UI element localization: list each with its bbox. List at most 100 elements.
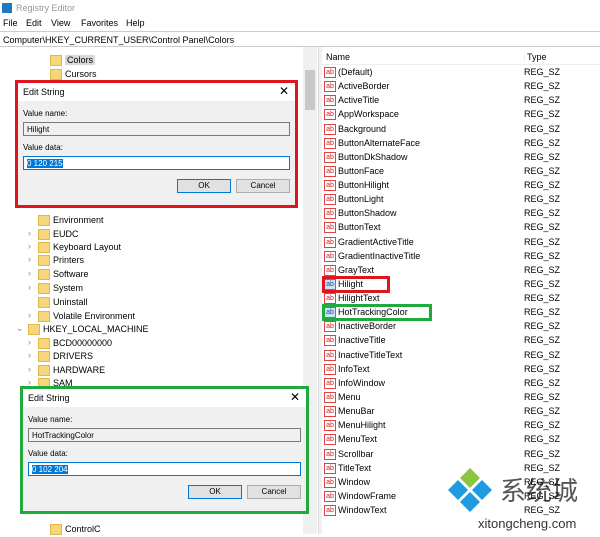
- value-type: REG_SZ: [524, 194, 561, 205]
- expand-chevron-icon[interactable]: ›: [28, 282, 31, 292]
- value-row[interactable]: ab TitleText REG_SZ: [324, 462, 594, 476]
- expand-chevron-icon[interactable]: ›: [28, 310, 31, 320]
- expand-chevron-icon[interactable]: ›: [28, 254, 31, 264]
- folder-icon: [50, 69, 62, 80]
- tree-item[interactable]: › BCD00000000: [0, 337, 300, 351]
- value-row[interactable]: ab ButtonDkShadow REG_SZ: [324, 151, 594, 165]
- expand-chevron-icon[interactable]: ›: [28, 241, 31, 251]
- value-row[interactable]: ab ButtonShadow REG_SZ: [324, 207, 594, 221]
- tree-item[interactable]: › HARDWARE: [0, 364, 300, 378]
- value-row[interactable]: ab ButtonFace REG_SZ: [324, 165, 594, 179]
- value-row[interactable]: ab ActiveTitle REG_SZ: [324, 94, 594, 108]
- value-row[interactable]: ab MenuBar REG_SZ: [324, 405, 594, 419]
- value-name: HilightText: [338, 293, 380, 304]
- tree-item[interactable]: › Keyboard Layout: [0, 241, 300, 255]
- value-name: MenuHilight: [338, 420, 386, 431]
- tree-item-label: Keyboard Layout: [53, 242, 122, 252]
- value-row[interactable]: ab Window REG_SZ: [324, 476, 594, 490]
- string-value-icon: ab: [324, 420, 336, 432]
- value-row[interactable]: ab ButtonHilight REG_SZ: [324, 179, 594, 193]
- value-row[interactable]: ab WindowFrame REG_SZ: [324, 490, 594, 504]
- value-type: REG_SZ: [524, 448, 561, 459]
- string-value-icon: ab: [324, 335, 336, 347]
- folder-icon: [50, 524, 62, 535]
- folder-icon: [38, 255, 50, 266]
- value-row[interactable]: ab ButtonText REG_SZ: [324, 221, 594, 235]
- tree-item[interactable]: › Volatile Environment: [0, 310, 300, 324]
- highlight-frame: [15, 80, 298, 208]
- string-value-icon: ab: [324, 151, 336, 163]
- tree-item[interactable]: › Software: [0, 268, 300, 282]
- tree-item[interactable]: › DRIVERS: [0, 350, 300, 364]
- string-value-icon: ab: [324, 95, 336, 107]
- tree-item[interactable]: ⌄ HKEY_LOCAL_MACHINE: [0, 323, 300, 337]
- value-row[interactable]: ab GradientInactiveTitle REG_SZ: [324, 250, 594, 264]
- value-row[interactable]: ab ButtonAlternateFace REG_SZ: [324, 137, 594, 151]
- tree-scrollbar-thumb[interactable]: [305, 70, 315, 110]
- value-row[interactable]: ab InactiveBorder REG_SZ: [324, 320, 594, 334]
- tree-item[interactable]: Uninstall: [0, 296, 300, 310]
- tree-item[interactable]: Colors: [0, 54, 300, 68]
- value-row[interactable]: ab MenuText REG_SZ: [324, 433, 594, 447]
- menu-help[interactable]: Help: [126, 18, 145, 28]
- tree-item-label: Printers: [53, 255, 85, 265]
- value-row[interactable]: ab MenuHilight REG_SZ: [324, 419, 594, 433]
- tree-item[interactable]: ControlC: [0, 523, 300, 537]
- tree-item[interactable]: Environment: [0, 214, 300, 228]
- value-row[interactable]: ab ActiveBorder REG_SZ: [324, 80, 594, 94]
- value-row[interactable]: ab InfoWindow REG_SZ: [324, 377, 594, 391]
- address-bar[interactable]: Computer\HKEY_CURRENT_USER\Control Panel…: [0, 31, 600, 47]
- expand-chevron-icon[interactable]: ›: [28, 350, 31, 360]
- value-type: REG_SZ: [524, 349, 561, 360]
- value-row[interactable]: ab InactiveTitleText REG_SZ: [324, 349, 594, 363]
- value-name: ButtonFace: [338, 165, 385, 176]
- string-value-icon: ab: [324, 349, 336, 361]
- value-row[interactable]: ab Menu REG_SZ: [324, 391, 594, 405]
- value-type: REG_SZ: [524, 180, 561, 191]
- value-name: Scrollbar: [338, 448, 374, 459]
- string-value-icon: ab: [324, 377, 336, 389]
- value-row[interactable]: ab Background REG_SZ: [324, 123, 594, 137]
- tree-item-label: ControlC: [65, 524, 101, 534]
- value-name: ButtonText: [338, 222, 381, 233]
- value-name: GradientInactiveTitle: [338, 250, 421, 261]
- highlight-box: [322, 304, 432, 322]
- value-row[interactable]: ab (Default) REG_SZ: [324, 66, 594, 80]
- menu-file[interactable]: File: [3, 18, 18, 28]
- tree-item-label: Colors: [65, 55, 96, 65]
- folder-icon: [38, 215, 50, 226]
- value-row[interactable]: ab ButtonLight REG_SZ: [324, 193, 594, 207]
- tree-item[interactable]: › EUDC: [0, 228, 300, 242]
- expand-chevron-icon[interactable]: ›: [28, 268, 31, 278]
- string-value-icon: ab: [324, 264, 336, 276]
- menu-favorites[interactable]: Favorites: [81, 18, 118, 28]
- menu-view[interactable]: View: [51, 18, 70, 28]
- string-value-icon: ab: [324, 165, 336, 177]
- tree-item[interactable]: › Printers: [0, 254, 300, 268]
- value-name: MenuBar: [338, 406, 375, 417]
- address-path[interactable]: Computer\HKEY_CURRENT_USER\Control Panel…: [3, 35, 234, 45]
- value-type: REG_SZ: [524, 250, 561, 261]
- string-value-icon: ab: [324, 137, 336, 149]
- expand-chevron-icon[interactable]: ›: [28, 364, 31, 374]
- menu-edit[interactable]: Edit: [26, 18, 42, 28]
- value-row[interactable]: ab InfoText REG_SZ: [324, 363, 594, 377]
- value-row[interactable]: ab AppWorkspace REG_SZ: [324, 108, 594, 122]
- value-type: REG_SZ: [524, 307, 561, 318]
- highlight-box: [322, 275, 390, 293]
- value-name: Window: [338, 476, 371, 487]
- collapse-chevron-icon[interactable]: ⌄: [16, 323, 24, 334]
- tree-item[interactable]: › System: [0, 282, 300, 296]
- expand-chevron-icon[interactable]: ›: [28, 228, 31, 238]
- string-value-icon: ab: [324, 67, 336, 78]
- value-row[interactable]: ab WindowText REG_SZ: [324, 504, 594, 518]
- string-value-icon: ab: [324, 293, 336, 305]
- value-row[interactable]: ab GradientActiveTitle REG_SZ: [324, 236, 594, 250]
- expand-chevron-icon[interactable]: ›: [28, 337, 31, 347]
- value-type: REG_SZ: [524, 434, 561, 445]
- string-value-icon: ab: [324, 222, 336, 234]
- folder-icon: [38, 297, 50, 308]
- value-row[interactable]: ab InactiveTitle REG_SZ: [324, 334, 594, 348]
- value-name: MenuText: [338, 434, 378, 445]
- value-row[interactable]: ab Scrollbar REG_SZ: [324, 448, 594, 462]
